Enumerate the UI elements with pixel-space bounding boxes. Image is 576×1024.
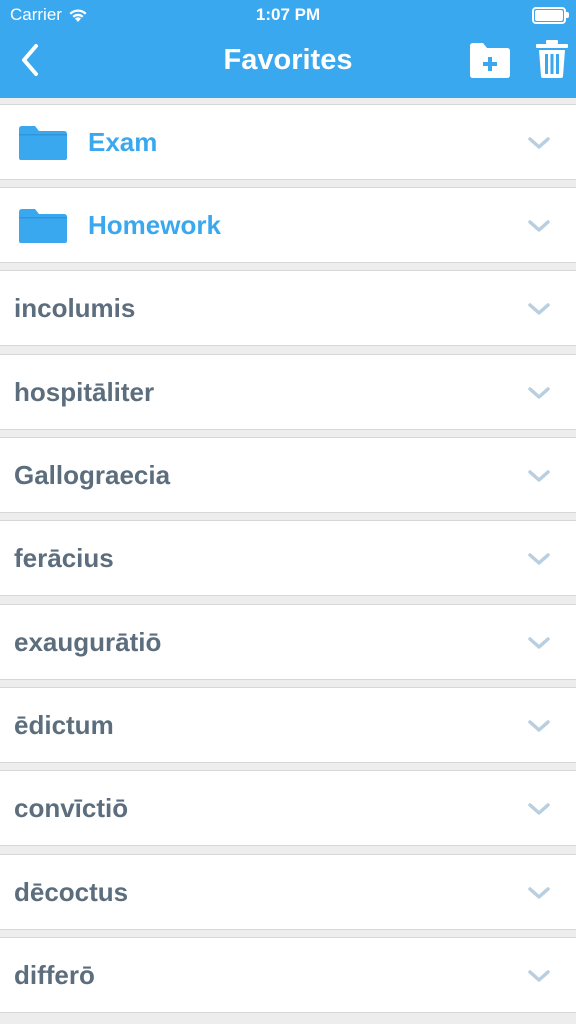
word-row[interactable]: ēdictum xyxy=(0,687,576,763)
word-row[interactable]: convīctiō xyxy=(0,770,576,846)
word-label: differō xyxy=(14,960,95,990)
word-row[interactable]: ferācius xyxy=(0,520,576,596)
battery-icon xyxy=(532,7,569,24)
folder-plus-icon xyxy=(470,43,510,78)
word-label: exaugurātiō xyxy=(14,627,162,657)
clock: 1:07 PM xyxy=(255,5,321,24)
word-row[interactable]: hospitāliter xyxy=(0,354,576,430)
word-label: incolumis xyxy=(14,293,136,323)
folder-row-homework[interactable]: Homework xyxy=(0,187,576,263)
word-row[interactable]: differō xyxy=(0,937,576,1013)
chevron-down-icon[interactable] xyxy=(527,968,551,984)
nav-bar: Carrier 1:07 PM Favorites xyxy=(0,0,576,98)
folder-label: Exam xyxy=(88,127,158,157)
status-bar: Carrier 1:07 PM xyxy=(0,0,576,30)
word-label: Gallograecia xyxy=(14,460,171,490)
word-row[interactable]: incolumis xyxy=(0,270,576,346)
word-label: ēdictum xyxy=(14,710,114,740)
chevron-down-icon[interactable] xyxy=(527,885,551,901)
chevron-down-icon[interactable] xyxy=(527,468,551,484)
word-row[interactable]: exaugurātiō xyxy=(0,604,576,680)
word-row[interactable]: dēcoctus xyxy=(0,854,576,930)
folder-icon xyxy=(19,126,67,160)
trash-icon xyxy=(536,40,568,78)
chevron-down-icon[interactable] xyxy=(527,385,551,401)
folder-label: Homework xyxy=(88,210,221,240)
word-row[interactable]: Gallograecia xyxy=(0,437,576,513)
word-label: hospitāliter xyxy=(14,377,155,407)
word-label: convīctiō xyxy=(14,793,129,823)
chevron-down-icon[interactable] xyxy=(527,635,551,651)
delete-button[interactable] xyxy=(534,38,570,80)
word-label: dēcoctus xyxy=(14,877,129,907)
chevron-down-icon[interactable] xyxy=(527,301,551,317)
word-label: ferācius xyxy=(14,543,114,573)
chevron-down-icon[interactable] xyxy=(527,551,551,567)
chevron-down-icon[interactable] xyxy=(527,801,551,817)
folder-row-exam[interactable]: Exam xyxy=(0,104,576,180)
chevron-down-icon[interactable] xyxy=(527,718,551,734)
new-folder-button[interactable] xyxy=(468,40,512,80)
chevron-down-icon[interactable] xyxy=(527,218,551,234)
chevron-down-icon[interactable] xyxy=(527,135,551,151)
folder-icon xyxy=(19,209,67,243)
